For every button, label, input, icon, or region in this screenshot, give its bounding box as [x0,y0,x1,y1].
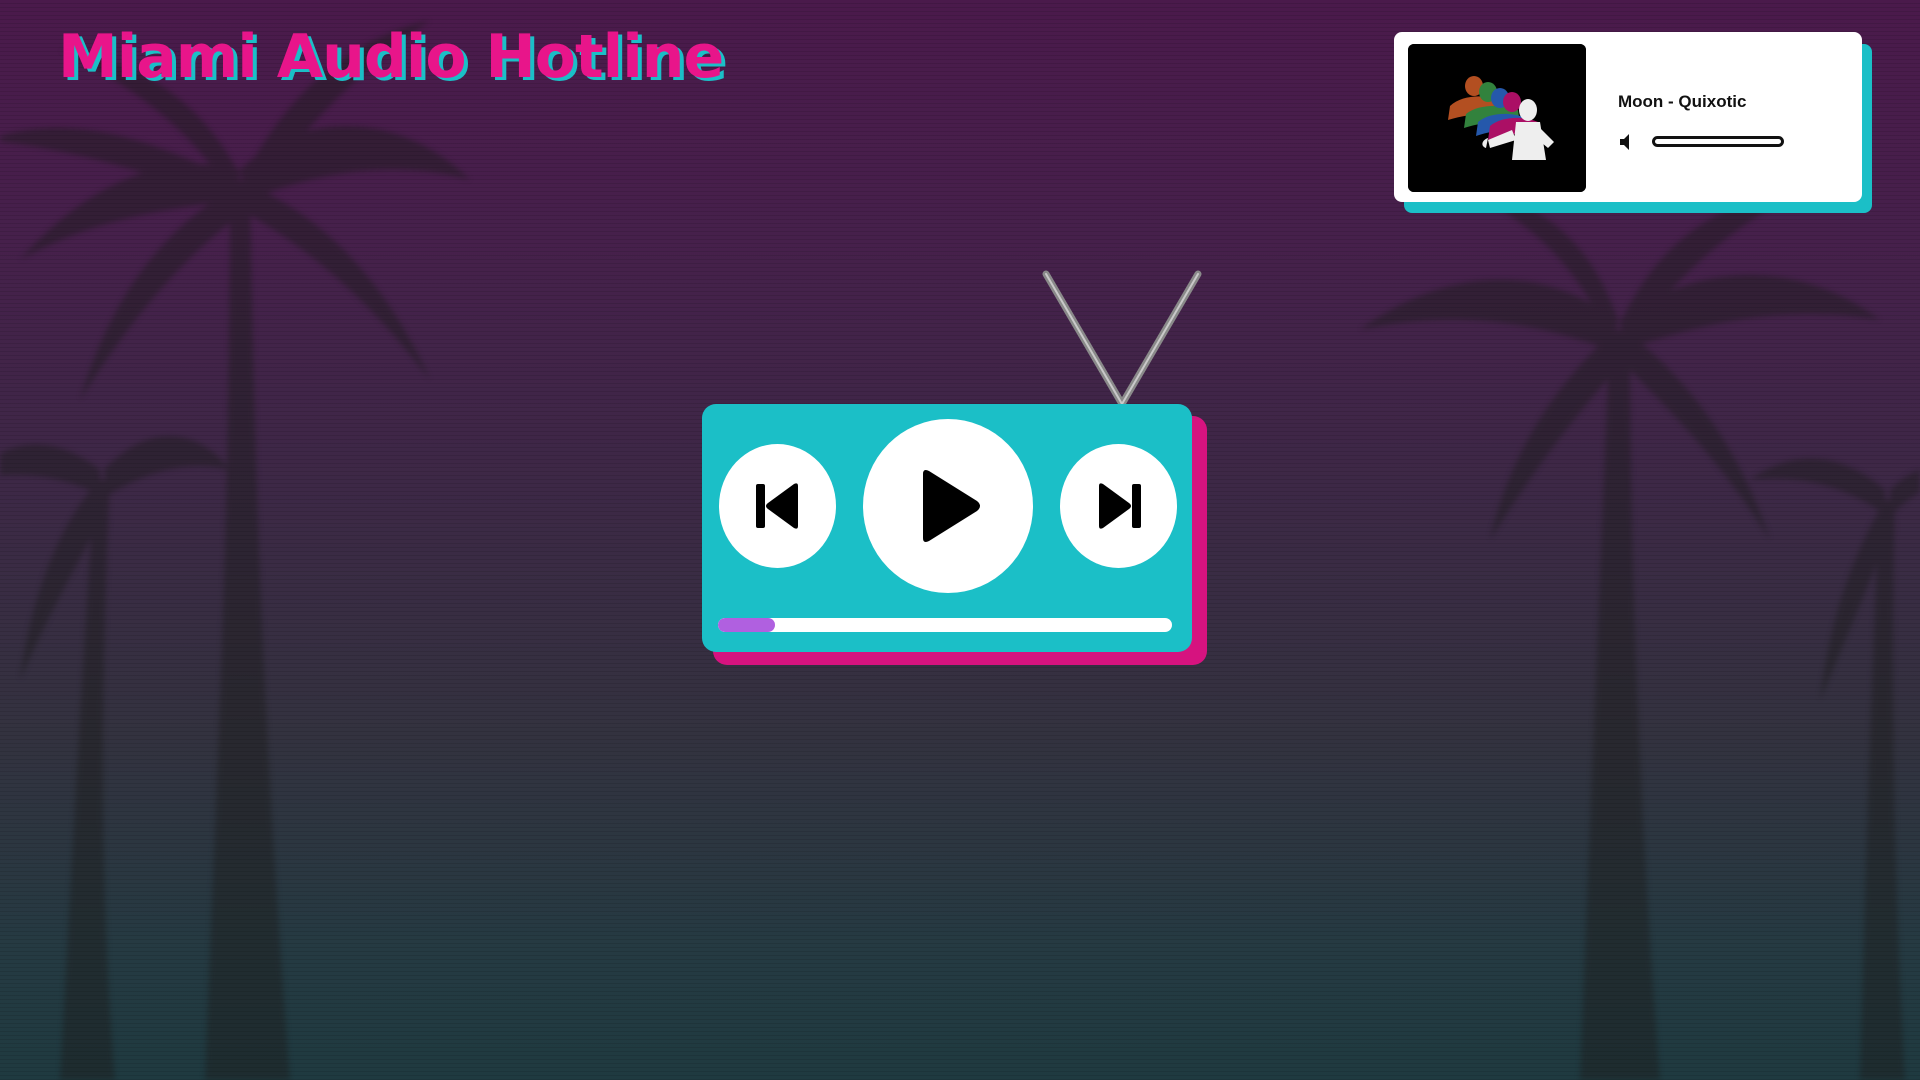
volume-icon[interactable] [1618,132,1638,152]
volume-slider[interactable] [1652,136,1784,147]
album-art [1408,44,1586,192]
player-panel [702,404,1192,652]
now-playing-card: Moon - Quixotic [1394,32,1862,202]
album-art-statue-image [1408,44,1586,192]
skip-previous-icon [755,483,798,529]
next-track-button[interactable] [1060,444,1177,568]
play-button[interactable] [863,419,1033,593]
app-background: Miami Audio Hotline Moon - Quixotic [0,0,1920,1080]
tv-antenna [1042,270,1202,408]
app-title: Miami Audio Hotline [58,22,724,92]
playback-progress-fill [718,618,775,632]
playback-progress-bar[interactable] [718,618,1172,632]
play-icon [923,470,980,542]
track-title: Moon - Quixotic [1618,92,1747,111]
skip-next-icon [1098,483,1141,529]
previous-track-button[interactable] [719,444,836,568]
